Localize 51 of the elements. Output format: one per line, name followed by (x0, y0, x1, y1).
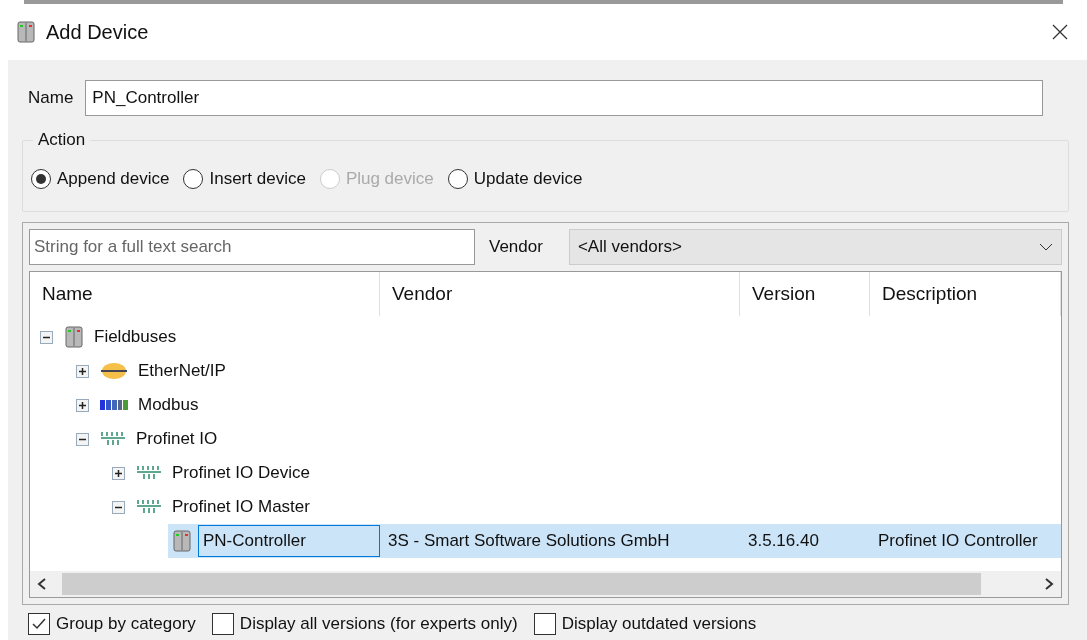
expand-icon[interactable] (112, 466, 125, 480)
column-header[interactable]: Vendor (380, 272, 740, 316)
checkbox-option[interactable]: Display all versions (for experts only) (211, 611, 518, 637)
tree-item[interactable]: Profinet IO Device (168, 458, 314, 488)
checkbox-option[interactable]: Display outdated versions (533, 611, 757, 637)
device-icon (64, 326, 84, 348)
tree-item[interactable]: PN-Controller (198, 525, 380, 557)
tree-item[interactable]: Fieldbuses (90, 322, 181, 352)
radio-option[interactable]: Append device (31, 166, 170, 192)
checkbox[interactable] (533, 612, 556, 635)
device-icon (16, 21, 36, 43)
chevron-down-icon (1039, 243, 1053, 251)
collapse-icon[interactable] (76, 432, 89, 446)
vendor-label: Vendor (489, 236, 543, 259)
checkbox-option[interactable]: Group by category (28, 611, 196, 637)
vendor-cell-text: 3S - Smart Software Solutions GmbH (387, 530, 671, 553)
description-cell-text: Profinet IO Controller (877, 530, 1039, 553)
expand-icon[interactable] (76, 364, 89, 378)
collapse-icon[interactable] (112, 500, 125, 514)
tree-item[interactable]: Modbus (134, 390, 203, 420)
version-cell-text: 3.5.16.40 (747, 530, 820, 553)
checkbox[interactable] (211, 612, 234, 635)
radio-button[interactable] (183, 169, 204, 189)
checkbox[interactable] (28, 612, 50, 635)
network-icon (136, 465, 162, 481)
vendor-dropdown[interactable]: <All vendors> (568, 229, 1062, 265)
tree-item[interactable]: Profinet IO Master (168, 492, 314, 522)
tree-item[interactable]: EtherNet/IP (134, 356, 230, 386)
close-icon[interactable] (1051, 23, 1069, 41)
column-header[interactable]: Version (740, 272, 870, 316)
expand-icon[interactable] (76, 398, 89, 412)
network-icon (100, 431, 126, 447)
window-title: Add Device (46, 20, 149, 45)
radio-button[interactable] (31, 169, 51, 189)
collapse-icon[interactable] (40, 330, 53, 344)
column-header[interactable]: Name (30, 272, 380, 316)
column-header[interactable]: Description (870, 272, 1061, 316)
radio-option[interactable]: Insert device (183, 166, 306, 192)
network-icon (136, 499, 162, 515)
name-field[interactable]: PN_Controller (85, 80, 1044, 116)
radio-button[interactable] (447, 169, 468, 189)
search-field[interactable]: String for a full text search (29, 229, 475, 265)
device-icon (172, 530, 192, 552)
radio-option[interactable]: Update device (447, 166, 583, 192)
name-label: Name (27, 87, 74, 110)
modbus-icon (100, 399, 128, 411)
checkmark-icon (31, 616, 47, 631)
selected-row-highlight[interactable]: PN-Controller (168, 524, 380, 558)
horizontal-scrollbar[interactable] (30, 571, 1061, 597)
tree-item[interactable]: Profinet IO (132, 424, 222, 454)
ethernet-icon (100, 362, 128, 380)
